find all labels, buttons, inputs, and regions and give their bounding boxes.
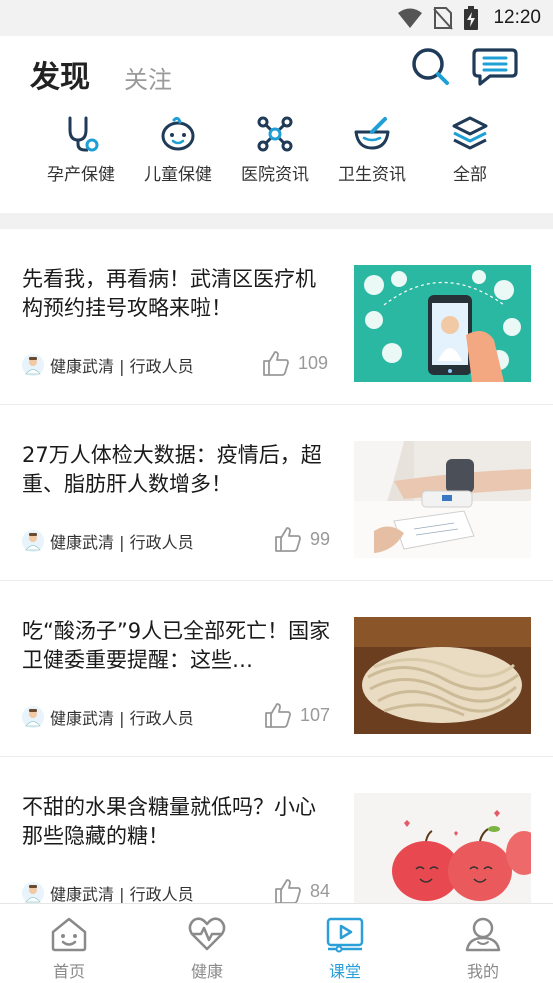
article-title: 吃“酸汤子”9人已全部死亡！国家卫健委重要提醒：这些… [22, 619, 331, 672]
category-label: 卫生资讯 [338, 165, 406, 185]
category-row: 孕产保健 儿童保健 医院资讯 卫生资讯 全部 [0, 112, 553, 208]
like-button[interactable]: 109 [262, 349, 328, 377]
molecule-icon [257, 116, 293, 152]
article-meta: 健康武清 | 行政人员 [22, 529, 194, 553]
category-health-news[interactable]: 卫生资讯 [322, 112, 422, 192]
article-author: 健康武清 | 行政人员 [50, 709, 194, 728]
category-label: 全部 [453, 165, 487, 185]
like-button[interactable]: 107 [264, 701, 330, 729]
category-label: 儿童保健 [144, 165, 212, 185]
article-title: 27万人体检大数据：疫情后，超重、脂肪肝人数增多！ [22, 443, 322, 496]
blood-pressure-check-photo [354, 441, 531, 558]
message-icon [472, 48, 518, 86]
user-icon [465, 917, 501, 952]
article-meta: 健康武清 | 行政人员 [22, 881, 194, 903]
message-button[interactable] [472, 46, 518, 88]
home-face-icon [51, 917, 87, 952]
article-meta: 健康武清 | 行政人员 [22, 705, 194, 729]
nav-label: 我的 [466, 962, 499, 981]
status-icons: 12:20 [397, 6, 541, 30]
search-icon [412, 48, 449, 85]
stethoscope-icon [68, 116, 99, 152]
doctor-avatar-icon [22, 530, 44, 552]
category-child-care[interactable]: 儿童保健 [128, 112, 228, 192]
like-count: 109 [298, 352, 329, 373]
nav-label: 首页 [52, 962, 85, 981]
nav-home[interactable]: 首页 [19, 914, 119, 981]
status-bar: 12:20 [0, 0, 553, 36]
apples-photo [354, 793, 531, 903]
article-thumbnail[interactable] [354, 617, 531, 734]
tab-discover[interactable]: 发现 [30, 52, 90, 96]
nav-health[interactable]: 健康 [157, 914, 257, 981]
category-maternal-care[interactable]: 孕产保健 [31, 112, 131, 192]
doctor-avatar-icon [22, 706, 44, 728]
article-card[interactable]: 吃“酸汤子”9人已全部死亡！国家卫健委重要提醒：这些… 健康武清 | 行政人员 … [0, 581, 553, 757]
category-hospital-news[interactable]: 医院资讯 [225, 112, 325, 192]
article-thumbnail[interactable] [354, 793, 531, 903]
mortar-icon [354, 117, 390, 150]
nav-label: 课堂 [328, 962, 361, 981]
category-label: 孕产保健 [47, 165, 115, 185]
like-button[interactable]: 99 [274, 525, 330, 553]
bottom-navigation: 首页 健康 课堂 我的 [0, 903, 553, 983]
battery-charging-icon [464, 6, 479, 30]
thumbs-up-icon [275, 527, 301, 552]
thumbs-up-icon [263, 351, 289, 376]
article-thumbnail[interactable] [354, 265, 531, 382]
like-count: 107 [300, 704, 331, 725]
article-card[interactable]: 不甜的水果含糖量就低吗？小心那些隐藏的糖！ 健康武清 | 行政人员 84 [0, 757, 553, 903]
nav-classroom[interactable]: 课堂 [295, 914, 395, 981]
doctor-avatar-icon [22, 882, 44, 903]
article-card[interactable]: 27万人体检大数据：疫情后，超重、脂肪肝人数增多！ 健康武清 | 行政人员 99 [0, 405, 553, 581]
nav-profile[interactable]: 我的 [433, 914, 533, 981]
baby-face-icon [161, 116, 195, 151]
category-label: 医院资讯 [241, 165, 309, 185]
article-author: 健康武清 | 行政人员 [50, 885, 194, 903]
thumbs-up-icon [275, 879, 301, 903]
layers-icon [452, 116, 488, 150]
status-time: 12:20 [493, 7, 541, 28]
article-feed[interactable]: 先看我，再看病！武清区医疗机构预约挂号攻略来啦！ 健康武清 | 行政人员 109 [0, 229, 553, 903]
article-thumbnail[interactable] [354, 441, 531, 558]
category-all[interactable]: 全部 [420, 112, 520, 192]
article-author: 健康武清 | 行政人员 [50, 533, 194, 552]
article-author: 健康武清 | 行政人员 [50, 357, 194, 376]
search-button[interactable] [410, 46, 452, 88]
article-title: 先看我，再看病！武清区医疗机构预约挂号攻略来啦！ [22, 267, 316, 320]
noodles-photo [354, 617, 531, 734]
header: 发现 关注 [0, 36, 553, 112]
nav-label: 健康 [190, 962, 223, 981]
article-meta: 健康武清 | 行政人员 [22, 353, 194, 377]
wifi-icon [398, 8, 423, 28]
thumbs-up-icon [265, 703, 291, 728]
article-card[interactable]: 先看我，再看病！武清区医疗机构预约挂号攻略来啦！ 健康武清 | 行政人员 109 [0, 229, 553, 405]
like-count: 99 [310, 528, 331, 549]
section-divider [0, 213, 553, 229]
like-button[interactable]: 84 [274, 877, 330, 903]
article-title: 不甜的水果含糖量就低吗？小心那些隐藏的糖！ [22, 795, 316, 848]
tab-follow[interactable]: 关注 [124, 60, 172, 95]
like-count: 84 [310, 880, 331, 901]
heart-pulse-icon [188, 917, 226, 951]
medical-app-illustration [354, 265, 531, 382]
doctor-avatar-icon [22, 354, 44, 376]
no-sim-icon [433, 7, 454, 30]
video-play-icon [326, 917, 364, 953]
